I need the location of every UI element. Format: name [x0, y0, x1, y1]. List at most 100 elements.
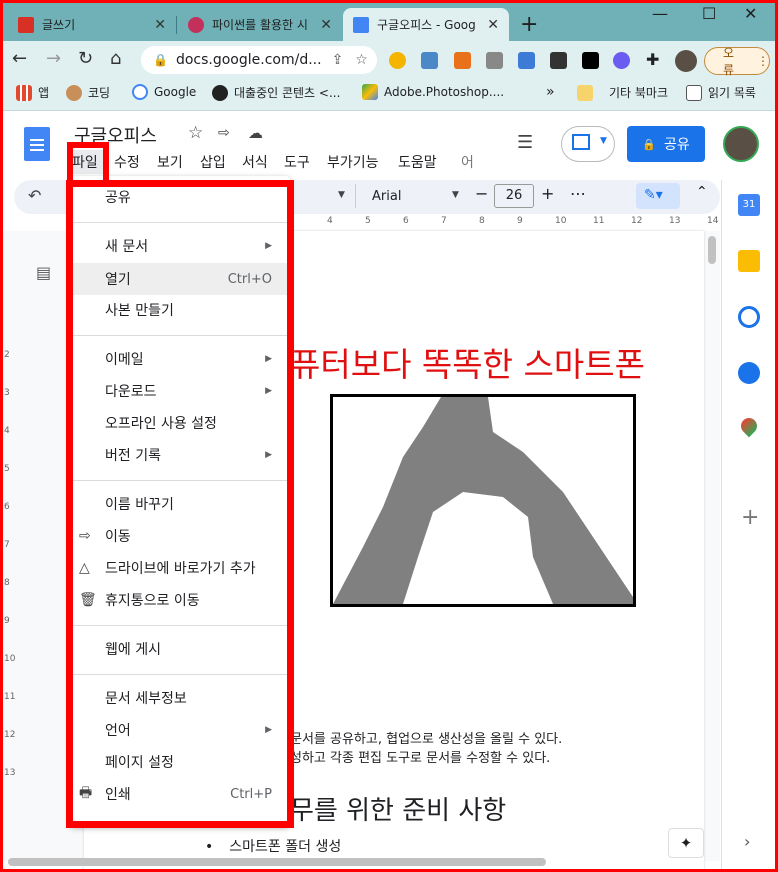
extension-icon[interactable]	[486, 52, 503, 69]
close-window-icon[interactable]: ✕	[744, 4, 757, 23]
extension-icon[interactable]	[582, 52, 599, 69]
explore-icon[interactable]: ✦	[668, 828, 704, 858]
file-menu-print[interactable]: 🖶 인쇄 Ctrl+P	[70, 778, 290, 810]
file-menu-copy[interactable]: 사본 만들기	[70, 294, 290, 326]
undo-icon[interactable]: ↶	[28, 186, 41, 205]
extension-icon[interactable]	[454, 52, 471, 69]
file-menu-add-shortcut[interactable]: △ 드라이브에 바로가기 추가	[70, 552, 290, 584]
outline-icon[interactable]: ▤	[36, 263, 51, 282]
font-name[interactable]: Arial	[372, 189, 401, 204]
profile-avatar[interactable]	[675, 50, 697, 72]
file-menu-share[interactable]: 공유	[70, 181, 290, 213]
extension-icon[interactable]	[389, 52, 406, 69]
ruler-tick: 6	[403, 216, 409, 226]
profile-error-button[interactable]: 오류 ⋮	[704, 46, 770, 77]
docs-logo-icon[interactable]	[24, 127, 50, 161]
minimize-icon[interactable]: —	[652, 4, 668, 23]
maximize-icon[interactable]: ☐	[702, 4, 716, 23]
editing-mode-icon[interactable]: ✎▾	[636, 183, 680, 209]
decrease-font-icon[interactable]: −	[475, 184, 488, 203]
move-folder-icon: ⇨	[79, 528, 91, 544]
file-menu-rename[interactable]: 이름 바꾸기	[70, 488, 290, 520]
font-size-input[interactable]: 26	[494, 184, 534, 208]
menu-divider	[70, 625, 290, 626]
menu-addons[interactable]: 부가기능	[327, 152, 379, 172]
style-dropdown-icon[interactable]: ▼	[338, 190, 345, 200]
address-bar[interactable]: 🔒 docs.google.com/d... ⇪ ☆	[141, 46, 377, 74]
share-button[interactable]: 🔒 공유	[627, 126, 705, 162]
bookmark-adobe[interactable]: Adobe.Photoshop....	[362, 84, 504, 100]
file-menu-download[interactable]: 다운로드 ▶	[70, 375, 290, 407]
doc-title[interactable]: 구글오피스	[74, 122, 157, 148]
comment-history-icon[interactable]: ☰	[517, 132, 533, 153]
collapse-toolbar-icon[interactable]: ⌃	[696, 184, 708, 200]
dog-icon	[66, 84, 82, 101]
tab-writing[interactable]: 글쓰기 ✕	[8, 8, 176, 41]
close-tab-icon[interactable]: ✕	[154, 17, 166, 33]
expand-panel-icon[interactable]: ›	[744, 832, 750, 851]
file-menu-offline[interactable]: 오프라인 사용 설정	[70, 407, 290, 439]
bookmark-star-icon[interactable]: ☆	[355, 52, 368, 68]
extension-icon[interactable]	[613, 52, 630, 69]
submenu-arrow-icon: ▶	[265, 450, 272, 460]
extension-icon[interactable]	[421, 52, 438, 69]
back-icon[interactable]: ←	[12, 48, 27, 69]
bookmark-other[interactable]: 기타 북마크	[577, 84, 668, 101]
file-menu-open[interactable]: 열기 Ctrl+O	[70, 263, 290, 295]
close-tab-icon[interactable]: ✕	[487, 17, 499, 33]
tab-google-office[interactable]: 구글오피스 - Goog ✕	[343, 8, 509, 41]
tasks-icon[interactable]	[738, 306, 760, 328]
file-menu-trash[interactable]: 🗑 휴지통으로 이동	[70, 584, 290, 616]
bookmark-coding[interactable]: 코딩	[66, 84, 110, 101]
tab-python[interactable]: 파이썬를 활용한 시 ✕	[178, 8, 342, 41]
menu-dots-icon: ⋮	[757, 54, 769, 68]
close-tab-icon[interactable]: ✕	[320, 17, 332, 33]
vertical-scrollbar[interactable]	[708, 236, 716, 264]
bookmark-apps[interactable]: 앱	[16, 84, 49, 101]
add-addon-icon[interactable]: +	[741, 505, 759, 530]
keep-icon[interactable]	[738, 250, 760, 272]
file-menu-version[interactable]: 버전 기록 ▶	[70, 439, 290, 471]
file-menu-move[interactable]: ⇨ 이동	[70, 520, 290, 552]
star-icon[interactable]: ☆	[188, 123, 203, 143]
extension-icon[interactable]	[550, 52, 567, 69]
forward-icon[interactable]: →	[46, 48, 61, 69]
menu-edit[interactable]: 수정	[114, 152, 140, 172]
menu-insert[interactable]: 삽입	[200, 152, 226, 172]
extension-icon[interactable]	[518, 52, 535, 69]
share-page-icon[interactable]: ⇪	[332, 52, 344, 68]
bookmark-google[interactable]: Google	[132, 84, 196, 100]
menu-view[interactable]: 보기	[157, 152, 183, 172]
document-image[interactable]	[330, 394, 636, 607]
menu-format[interactable]: 서식	[242, 152, 268, 172]
extensions-puzzle-icon[interactable]: ✚	[646, 50, 663, 69]
more-bookmarks-icon[interactable]: »	[546, 84, 555, 100]
tab-divider	[176, 16, 177, 34]
file-menu-details[interactable]: 문서 세부정보	[70, 682, 290, 714]
cloud-status-icon[interactable]: ☁	[248, 124, 263, 142]
bookmark-loans[interactable]: 대출중인 콘텐츠 <...	[212, 84, 340, 101]
present-button[interactable]: ▼	[561, 126, 615, 162]
new-tab-button[interactable]: +	[520, 12, 538, 37]
lock-icon: 🔒	[153, 53, 168, 67]
font-dropdown-icon[interactable]: ▼	[452, 190, 459, 200]
reload-icon[interactable]: ↻	[78, 48, 93, 69]
menu-tools[interactable]: 도구	[284, 152, 310, 172]
file-menu-publish[interactable]: 웹에 게시	[70, 633, 290, 665]
account-avatar[interactable]	[723, 126, 759, 162]
horizontal-scrollbar[interactable]	[8, 858, 546, 866]
move-folder-icon[interactable]: ⇨	[218, 125, 230, 141]
increase-font-icon[interactable]: +	[541, 184, 554, 203]
file-menu-email[interactable]: 이메일 ▶	[70, 343, 290, 375]
file-menu-page-setup[interactable]: 페이지 설정	[70, 746, 290, 778]
menu-file[interactable]: 파일	[72, 152, 98, 172]
bookmark-reading-list[interactable]: 읽기 목록	[686, 84, 756, 101]
calendar-icon[interactable]: 31	[738, 194, 760, 216]
menu-help[interactable]: 도움말	[398, 152, 437, 172]
file-menu-language[interactable]: 언어 ▶	[70, 714, 290, 746]
file-menu-new[interactable]: 새 문서 ▶	[70, 230, 290, 262]
home-icon[interactable]: ⌂	[110, 48, 121, 69]
contacts-icon[interactable]	[738, 362, 760, 384]
menu-last-edit[interactable]: 어	[461, 152, 474, 172]
more-options-icon[interactable]: ⋯	[570, 184, 586, 203]
